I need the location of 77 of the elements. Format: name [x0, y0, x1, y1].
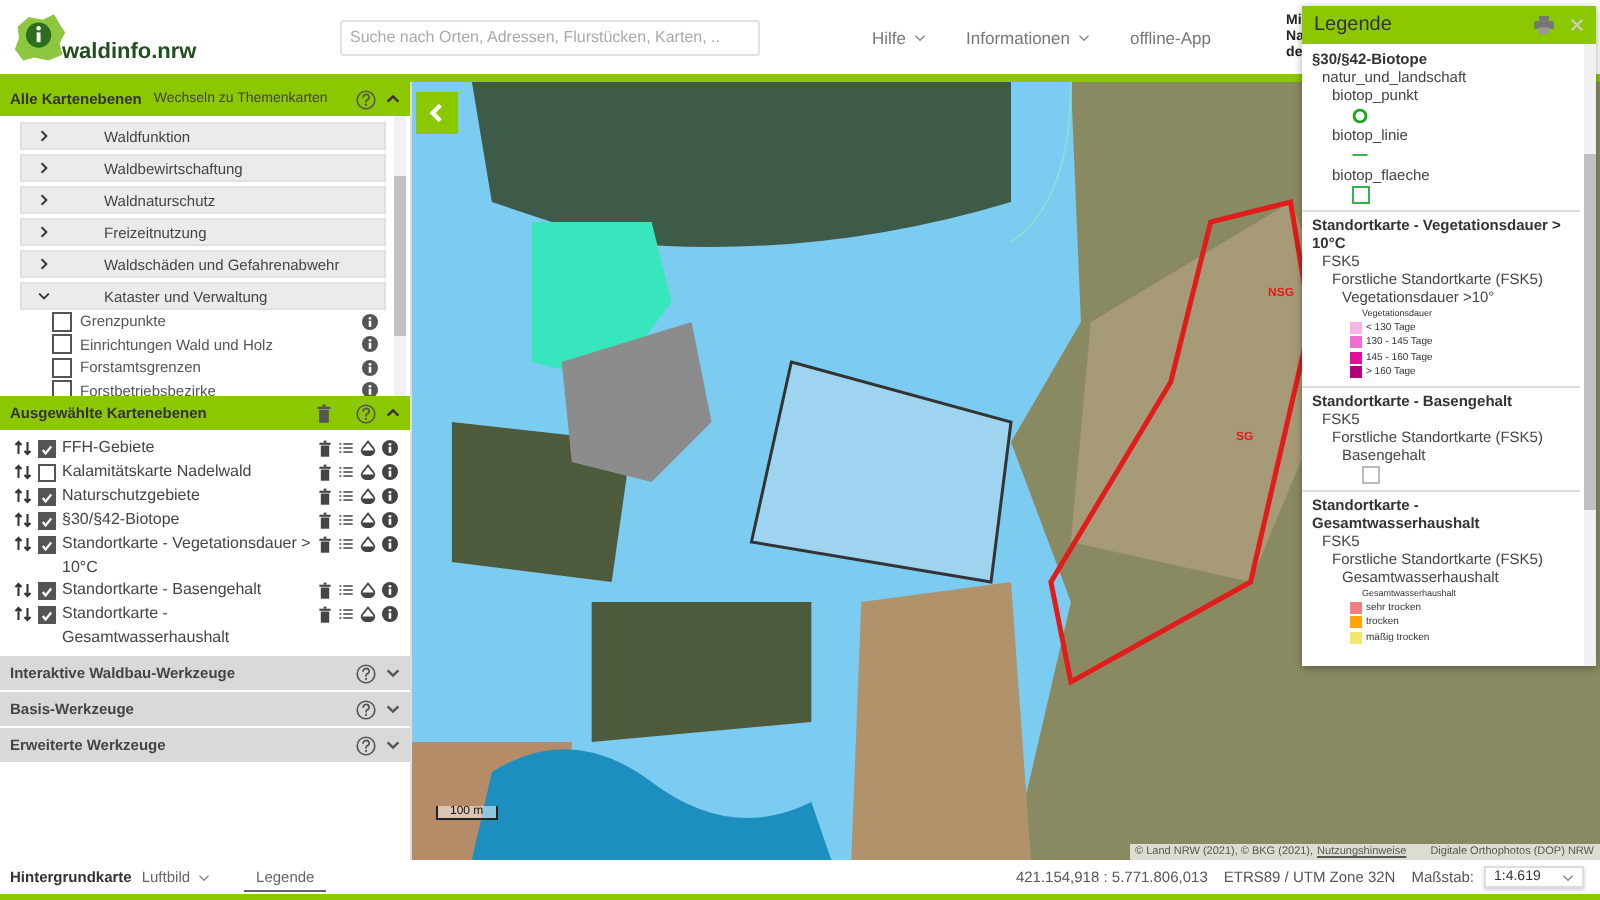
help-icon[interactable] [356, 663, 376, 683]
list-icon[interactable] [338, 464, 354, 480]
layer-label: Standortkarte - Gesamtwasserhaushalt [62, 602, 232, 648]
trash-icon[interactable] [318, 511, 332, 529]
layer-label: FFH-Gebiete [62, 436, 157, 459]
reorder-icon[interactable] [14, 606, 32, 622]
opacity-icon[interactable] [360, 536, 376, 552]
info-icon[interactable] [362, 336, 378, 353]
trash-icon[interactable] [318, 463, 332, 481]
layer-label: Standortkarte - Basengehalt [62, 578, 264, 601]
help-icon[interactable] [356, 89, 376, 109]
checkbox[interactable] [38, 512, 56, 530]
list-icon[interactable] [338, 536, 354, 552]
reorder-icon[interactable] [14, 536, 32, 552]
nav-link[interactable]: Hilfe [872, 27, 927, 47]
info-icon[interactable] [362, 382, 378, 396]
layer-label: §30/§42-Biotope [62, 508, 182, 531]
trash-icon[interactable] [318, 605, 332, 623]
caret-icon [1562, 873, 1574, 881]
info-icon[interactable] [362, 313, 378, 330]
checkbox[interactable] [38, 464, 56, 482]
layer-label: Naturschutzgebiete [62, 484, 202, 507]
scrollbar-thumb[interactable] [1584, 154, 1596, 510]
checkbox[interactable] [52, 311, 72, 332]
checkbox[interactable] [38, 582, 56, 600]
checkbox[interactable] [38, 488, 56, 506]
opacity-icon[interactable] [360, 464, 376, 480]
trash-icon[interactable] [318, 581, 332, 599]
search-field[interactable]: Suche nach Orten, Adressen, Flurstücken, Karten, .. [340, 19, 760, 55]
list-icon[interactable] [338, 488, 354, 504]
list-icon[interactable] [338, 512, 354, 528]
checkbox[interactable] [52, 334, 72, 355]
info-icon[interactable] [382, 606, 398, 622]
info-icon[interactable] [382, 488, 398, 504]
nav-link[interactable]: offline-App [1130, 27, 1211, 47]
info-icon[interactable] [382, 512, 398, 528]
reorder-icon[interactable] [14, 440, 32, 456]
reorder-icon[interactable] [14, 512, 32, 528]
caret-icon [198, 873, 211, 881]
list-icon[interactable] [338, 440, 354, 456]
help-icon[interactable] [356, 403, 376, 423]
trash-icon[interactable] [318, 535, 332, 553]
trash-icon[interactable] [318, 439, 332, 457]
help-icon[interactable] [356, 699, 376, 719]
info-icon[interactable] [382, 440, 398, 456]
opacity-icon[interactable] [360, 606, 376, 622]
checkbox[interactable] [38, 440, 56, 458]
layer-label: Kalamitätskarte Nadelwald [62, 460, 254, 483]
caret-icon [914, 33, 927, 41]
opacity-icon[interactable] [360, 488, 376, 504]
chevron-icon[interactable] [384, 404, 402, 422]
checkbox[interactable] [38, 606, 56, 624]
logo-text[interactable]: waldinfo.nrw [62, 39, 197, 63]
checkbox[interactable] [52, 357, 72, 378]
chevron-icon[interactable] [384, 90, 402, 108]
opacity-icon[interactable] [360, 512, 376, 528]
nav-link[interactable]: Informationen [966, 27, 1090, 47]
checkbox[interactable] [38, 536, 56, 554]
reorder-icon[interactable] [14, 582, 32, 598]
list-icon[interactable] [338, 606, 354, 622]
info-icon[interactable] [362, 359, 378, 376]
caret-icon [1078, 33, 1090, 41]
checkbox[interactable] [52, 380, 72, 396]
opacity-icon[interactable] [360, 440, 376, 456]
trash-icon[interactable] [318, 487, 332, 505]
opacity-icon[interactable] [360, 582, 376, 598]
scrollbar-thumb[interactable] [394, 176, 406, 336]
info-icon[interactable] [382, 464, 398, 480]
info-icon[interactable] [382, 536, 398, 552]
reorder-icon[interactable] [14, 488, 32, 504]
info-icon[interactable] [382, 582, 398, 598]
legend-title: Legende [1314, 14, 1394, 36]
help-icon[interactable] [356, 735, 376, 755]
chevron-icon [426, 102, 448, 124]
reorder-icon[interactable] [14, 464, 32, 480]
list-icon[interactable] [338, 582, 354, 598]
layer-label: Standortkarte - Vegetationsdauer > 10°C [62, 532, 312, 578]
